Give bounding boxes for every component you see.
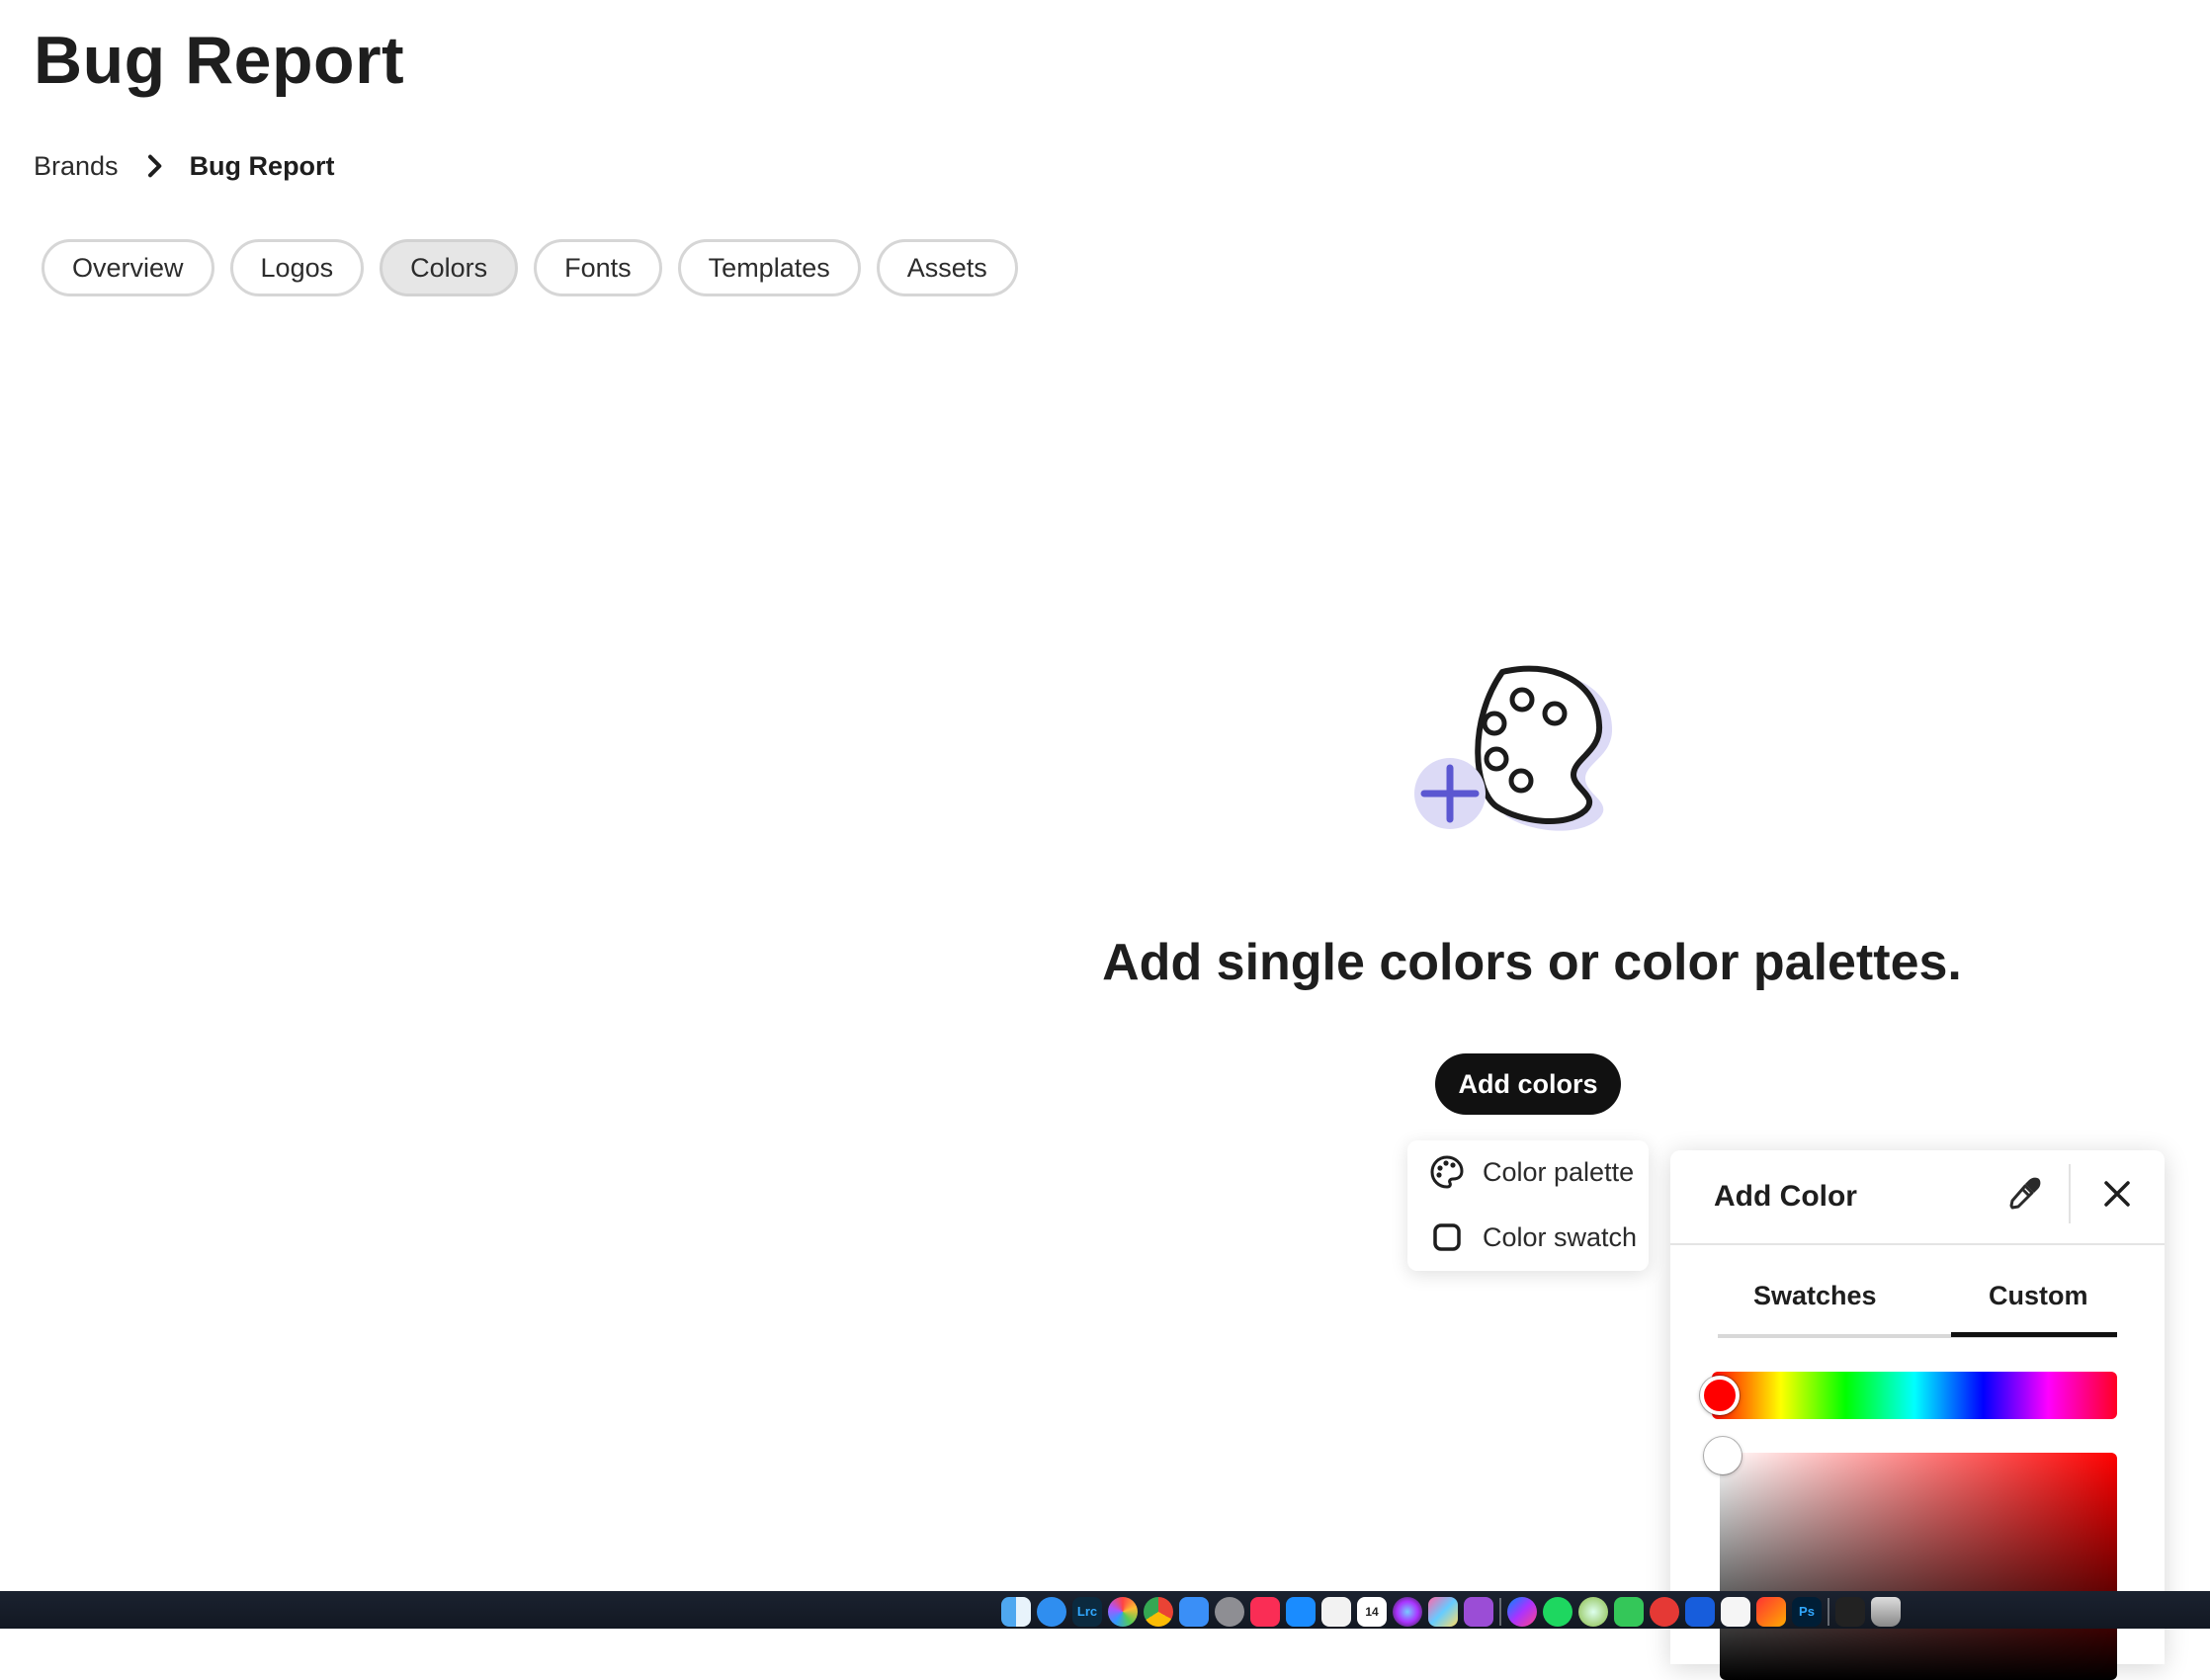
hue-slider-handle[interactable] [1700,1376,1740,1415]
launchpad-icon[interactable] [1428,1596,1458,1627]
saturation-value-picker[interactable] [1720,1453,2117,1680]
messages-icon[interactable] [1614,1596,1644,1627]
swatch-icon [1433,1223,1461,1251]
panel-header-divider [2069,1164,2071,1223]
tab-custom[interactable]: Custom [1989,1281,2088,1311]
files-icon[interactable] [1321,1596,1351,1627]
spotify-icon[interactable] [1543,1596,1572,1627]
finder-icon[interactable] [1001,1596,1031,1627]
breadcrumb-current: Bug Report [189,150,335,181]
palette-icon [1430,1155,1464,1189]
eyedropper-icon[interactable] [2004,1174,2044,1214]
dock-divider [1499,1597,1501,1626]
chevron-right-icon [147,154,161,178]
tab-fonts[interactable]: Fonts [534,239,662,296]
siri-icon[interactable] [1393,1596,1422,1627]
panel-divider [1670,1243,2165,1245]
messenger-icon[interactable] [1507,1596,1537,1627]
tab-templates[interactable]: Templates [677,239,861,296]
tab-swatches[interactable]: Swatches [1753,1281,1877,1311]
mail-icon[interactable] [1179,1596,1209,1627]
terminal-icon[interactable] [1835,1596,1865,1627]
page-title: Bug Report [34,23,405,98]
menu-item-label: Color swatch [1483,1221,1638,1252]
add-colors-menu: Color palette Color swatch [1407,1140,1649,1271]
photos-icon[interactable] [1108,1596,1138,1627]
breadcrumb-brands[interactable]: Brands [34,151,119,182]
photoshop-icon[interactable]: Ps [1792,1596,1822,1627]
creative-cloud-icon[interactable] [1756,1596,1786,1627]
add-colors-button[interactable]: Add colors [1435,1053,1621,1115]
tab-active-indicator [1951,1332,2117,1337]
palette-add-icon [1414,665,1613,831]
menu-item-color-palette[interactable]: Color palette [1429,1154,1634,1190]
menu-item-color-swatch[interactable]: Color swatch [1429,1219,1637,1255]
tab-logos[interactable]: Logos [229,239,365,296]
safari-icon[interactable] [1037,1596,1066,1627]
tab-overview[interactable]: Overview [42,239,214,296]
hue-slider[interactable] [1712,1372,2117,1419]
podcasts-icon[interactable] [1464,1596,1493,1627]
saturation-value-handle[interactable] [1704,1437,1742,1474]
trash-icon[interactable] [1871,1596,1901,1627]
breadcrumb: Brands Bug Report [34,150,335,182]
close-icon[interactable] [2099,1176,2135,1212]
appstore-icon[interactable] [1286,1596,1316,1627]
settings-icon[interactable] [1215,1596,1244,1627]
circle-app-icon[interactable] [1578,1596,1608,1627]
tasks-icon[interactable] [1650,1596,1679,1627]
dock: Lrc 14 Ps [993,1594,1954,1629]
dock-divider [1828,1597,1829,1626]
add-color-panel: Add Color Swatches Custom [1670,1150,2165,1680]
calendar-icon[interactable]: 14 [1357,1596,1387,1627]
lightroom-classic-icon[interactable]: Lrc [1072,1596,1102,1627]
tab-colors[interactable]: Colors [380,239,519,296]
menu-item-label: Color palette [1483,1156,1635,1187]
bitwarden-icon[interactable] [1685,1596,1715,1627]
panel-title: Add Color [1714,1180,1857,1213]
empty-state-heading: Add single colors or color palettes. [1102,934,1962,991]
music-icon[interactable] [1250,1596,1280,1627]
chrome-icon[interactable] [1144,1596,1173,1627]
news-icon[interactable] [1721,1596,1750,1627]
tab-assets[interactable]: Assets [876,239,1018,296]
brand-tabs: Overview Logos Colors Fonts Templates As… [42,239,1018,296]
